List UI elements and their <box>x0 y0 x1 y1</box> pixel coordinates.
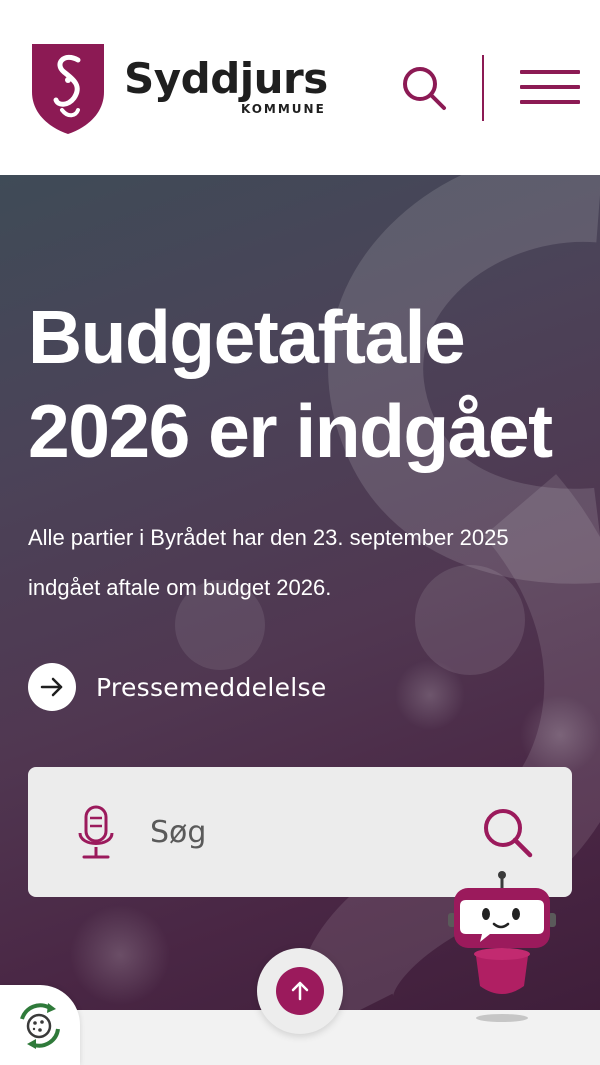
scroll-to-top-button[interactable] <box>257 948 343 1034</box>
hero-title-line-2: 2026 er indgået <box>28 389 553 473</box>
site-logo[interactable]: Syddjurs KOMMUNE <box>28 40 328 136</box>
search-icon[interactable] <box>400 64 448 112</box>
logo-name: Syddjurs <box>124 54 328 103</box>
search-input[interactable] <box>150 812 450 852</box>
hero-title-line-1: Budgetaftale <box>28 295 466 379</box>
microphone-icon[interactable] <box>76 803 116 863</box>
site-header: Syddjurs KOMMUNE <box>0 0 600 175</box>
cookie-settings-button[interactable] <box>0 985 80 1065</box>
arrow-up-icon[interactable] <box>276 967 324 1015</box>
hero-title: Budgetaftale 2026 er indgået <box>28 290 588 478</box>
header-divider <box>482 55 484 121</box>
chatbot-robot-icon[interactable] <box>440 868 560 1028</box>
coat-of-arms-icon <box>32 44 104 134</box>
arrow-right-icon[interactable] <box>28 663 76 711</box>
logo-subtitle: KOMMUNE <box>240 102 326 116</box>
press-release-label[interactable]: Pressemeddelelse <box>96 673 327 702</box>
press-release-link[interactable]: Pressemeddelelse <box>28 663 327 711</box>
hero-description: Alle partier i Byrådet har den 23. septe… <box>28 525 509 600</box>
search-submit-icon[interactable] <box>480 805 536 861</box>
hamburger-menu-icon[interactable] <box>520 70 580 110</box>
cookie-settings-icon[interactable] <box>12 999 66 1053</box>
